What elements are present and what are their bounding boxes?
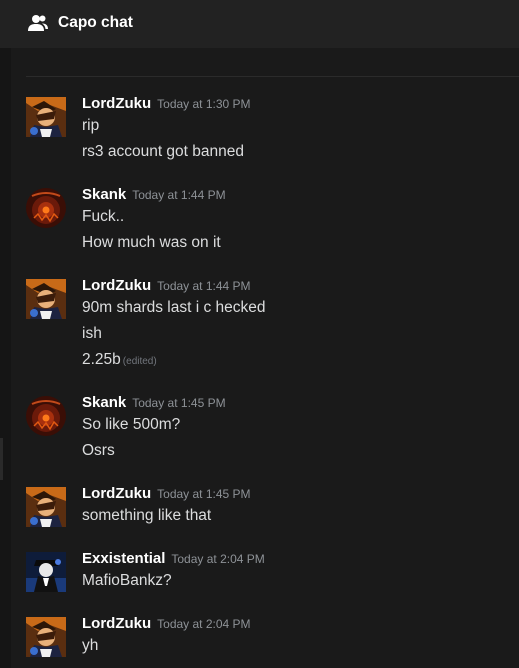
message-content: rs3 account got banned xyxy=(82,143,245,160)
message-text: ish xyxy=(82,325,102,343)
message-content: something like that xyxy=(82,507,212,524)
timestamp: Today at 1:45 PM xyxy=(132,396,226,410)
message-text: rip xyxy=(82,117,99,135)
avatar[interactable] xyxy=(26,552,66,592)
timestamp: Today at 1:44 PM xyxy=(157,279,251,293)
avatar[interactable] xyxy=(26,487,66,527)
author-name[interactable]: Skank xyxy=(82,394,126,411)
message-text: Fuck.. xyxy=(82,208,124,226)
timestamp: Today at 2:04 PM xyxy=(157,617,251,631)
author-name[interactable]: LordZuku xyxy=(82,615,151,632)
message-header: Skank Today at 1:45 PM xyxy=(82,394,226,412)
message-header: LordZuku Today at 1:30 PM xyxy=(82,95,251,113)
chat-window: Capo chat LordZuku Today at 1:30 PM rip rs3… xyxy=(0,0,519,668)
message-text: So like 500m? xyxy=(82,416,180,434)
message-text: something like that xyxy=(82,507,211,525)
timestamp: Today at 2:04 PM xyxy=(171,552,265,566)
message-text: 90m shards last i c hecked xyxy=(82,299,266,317)
avatar[interactable] xyxy=(26,279,66,319)
message-header: LordZuku Today at 2:04 PM xyxy=(82,615,251,633)
timestamp: Today at 1:45 PM xyxy=(157,487,251,501)
avatar[interactable] xyxy=(26,617,66,657)
author-name[interactable]: LordZuku xyxy=(82,95,151,112)
message-content: rip xyxy=(82,117,100,134)
message-list: LordZuku Today at 1:30 PM rip rs3 account g… xyxy=(0,0,519,668)
message-header: LordZuku Today at 1:45 PM xyxy=(82,485,251,503)
author-name[interactable]: LordZuku xyxy=(82,485,151,502)
author-name[interactable]: Skank xyxy=(82,186,126,203)
message-header: Skank Today at 1:44 PM xyxy=(82,186,226,204)
message-text: Osrs xyxy=(82,442,115,460)
message-content: MafioBankz? xyxy=(82,572,172,589)
avatar[interactable] xyxy=(26,97,66,137)
message-text: yh xyxy=(82,637,98,655)
message-text: MafioBankz? xyxy=(82,572,172,590)
author-name[interactable]: Exxistential xyxy=(82,550,165,567)
message-content: yh xyxy=(82,637,99,654)
message-header: Exxistential Today at 2:04 PM xyxy=(82,550,265,568)
message-text: 2.25b (edited) xyxy=(82,351,157,369)
avatar[interactable] xyxy=(26,396,66,436)
message-content: Osrs xyxy=(82,442,115,459)
message-text: rs3 account got banned xyxy=(82,143,244,161)
avatar[interactable] xyxy=(26,188,66,228)
message-content: So like 500m? xyxy=(82,416,181,433)
timestamp: Today at 1:44 PM xyxy=(132,188,226,202)
message-content: Fuck.. xyxy=(82,208,125,225)
message-content: 90m shards last i c hecked xyxy=(82,299,266,316)
author-name[interactable]: LordZuku xyxy=(82,277,151,294)
message-text: How much was on it xyxy=(82,234,221,252)
message-content: ish xyxy=(82,325,102,342)
message-content: 2.25b xyxy=(82,351,121,368)
message-content: How much was on it xyxy=(82,234,221,251)
message-header: LordZuku Today at 1:44 PM xyxy=(82,277,251,295)
timestamp: Today at 1:30 PM xyxy=(157,97,251,111)
edited-label: (edited) xyxy=(122,356,157,367)
